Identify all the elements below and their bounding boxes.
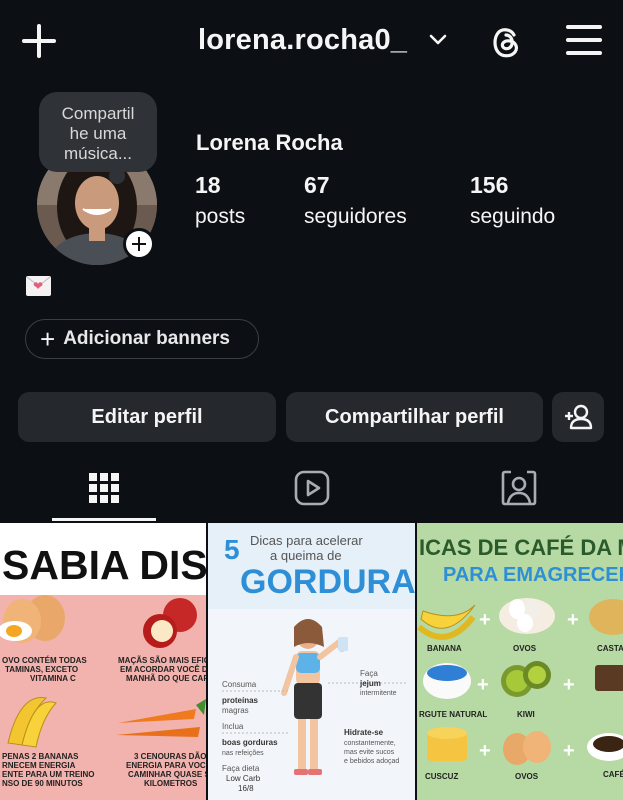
chevron-down-icon[interactable] bbox=[428, 32, 448, 48]
tab-reels[interactable] bbox=[260, 455, 364, 521]
post3-subtitle: PARA EMAGRECER bbox=[443, 564, 623, 586]
post3-label: KIWI bbox=[517, 710, 535, 719]
note-text-line: he uma bbox=[69, 124, 127, 143]
following-count: 156 bbox=[470, 172, 509, 198]
post2-tip: boas gorduras bbox=[222, 738, 278, 747]
threads-icon[interactable] bbox=[486, 22, 526, 62]
profile-tabs bbox=[0, 455, 623, 521]
envelope-heart-icon: ❤ bbox=[26, 276, 51, 296]
discover-people-button[interactable] bbox=[552, 392, 604, 442]
post2-line1: Dicas para acelerar bbox=[250, 533, 363, 548]
reels-icon bbox=[294, 470, 330, 506]
add-person-icon bbox=[565, 404, 593, 430]
post1-text: VITAMINA C bbox=[30, 674, 76, 683]
followers-count: 67 bbox=[304, 172, 330, 198]
plus-sign: + bbox=[563, 740, 575, 762]
plus-sign: + bbox=[563, 674, 575, 696]
grid-post[interactable]: 5 Dicas para acelerar a queima de GORDUR… bbox=[208, 523, 415, 800]
post2-tip: magras bbox=[222, 706, 249, 715]
active-tab-indicator bbox=[52, 518, 156, 521]
post1-text: TAMINAS, EXCETO bbox=[5, 665, 78, 674]
post3-label: CUSCUZ bbox=[425, 772, 458, 781]
profile-name: Lorena Rocha bbox=[196, 130, 343, 155]
tab-tagged[interactable] bbox=[467, 455, 571, 521]
post2-big: GORDURA bbox=[240, 563, 415, 601]
plus-sign: + bbox=[479, 609, 491, 631]
add-story-plus-icon[interactable] bbox=[123, 228, 155, 260]
post3-title: ICAS DE CAFÉ DA MANHÃ bbox=[419, 535, 623, 560]
post3-label: CAFÉ bbox=[603, 770, 623, 779]
post2-tip: e bebidos adoçad bbox=[344, 758, 399, 765]
add-banners-label: Adicionar banners bbox=[63, 328, 231, 349]
post1-text: CAMINHAR QUASE S bbox=[128, 770, 206, 779]
post2-line2: a queima de bbox=[270, 548, 342, 563]
add-banners-button[interactable]: + Adicionar banners bbox=[25, 319, 259, 359]
post2-tip: intermitente bbox=[360, 690, 397, 697]
post1-text: MAÇÃS SÃO MAIS EFICA bbox=[118, 656, 206, 665]
posts-grid: SABIA DISSO? OVO CONTÉM TODAS TAMINAS, E… bbox=[0, 523, 623, 800]
edit-profile-button[interactable]: Editar perfil bbox=[18, 392, 276, 442]
grid-post[interactable]: SABIA DISSO? OVO CONTÉM TODAS TAMINAS, E… bbox=[0, 523, 206, 800]
posts-stat[interactable]: 18 posts bbox=[195, 172, 245, 229]
posts-count: 18 bbox=[195, 172, 221, 198]
post2-tip: proteínas bbox=[222, 696, 259, 705]
note-text-line: Compartil bbox=[61, 104, 135, 123]
menu-icon[interactable] bbox=[566, 23, 602, 57]
post1-title: SABIA DISSO? bbox=[2, 542, 206, 588]
post3-label: OVOS bbox=[513, 644, 537, 653]
post2-tip: Hidrate-se bbox=[344, 728, 384, 737]
post1-text: KILOMETROS bbox=[144, 779, 198, 788]
post2-tip: Consuma bbox=[222, 680, 257, 689]
grid-post[interactable]: ICAS DE CAFÉ DA MANHÃ PARA EMAGRECER + +… bbox=[417, 523, 623, 800]
post1-text: ENTE PARA UM TREINO bbox=[2, 770, 94, 779]
post2-tip: Low Carb bbox=[226, 774, 261, 783]
tab-grid[interactable] bbox=[52, 455, 156, 521]
post2-tip: Inclua bbox=[222, 722, 244, 731]
post1-text: RNECEM ENERGIA bbox=[2, 761, 76, 770]
plus-sign: + bbox=[479, 740, 491, 762]
post2-tip: Faça bbox=[360, 669, 378, 678]
post3-label: BANANA bbox=[427, 644, 462, 653]
create-plus-icon[interactable] bbox=[20, 22, 58, 60]
post2-tip: Faça dieta bbox=[222, 764, 260, 773]
grid-icon bbox=[89, 473, 119, 503]
post1-text: OVO CONTÉM TODAS bbox=[2, 656, 87, 665]
note-text-line: música... bbox=[63, 144, 133, 163]
post2-tip: 16/8 bbox=[238, 784, 254, 793]
plus-sign: + bbox=[477, 674, 489, 696]
following-stat[interactable]: 156 seguindo bbox=[470, 172, 555, 229]
note-bubble[interactable]: Compartil he uma música... bbox=[39, 92, 157, 184]
post2-tip: mas evite sucos bbox=[344, 749, 395, 756]
plus-icon: + bbox=[40, 324, 56, 354]
post2-number: 5 bbox=[224, 534, 240, 565]
account-username[interactable]: lorena.rocha0_ bbox=[198, 24, 407, 57]
followers-label: seguidores bbox=[304, 205, 407, 228]
post3-label: OVOS bbox=[515, 772, 539, 781]
plus-sign: + bbox=[567, 609, 579, 631]
post2-tip: nas refeições bbox=[222, 750, 264, 757]
post1-text: NSO DE 90 MINUTOS bbox=[2, 779, 83, 788]
post1-text: MANHÃ DO QUE CAF bbox=[126, 674, 206, 683]
tagged-person-icon bbox=[501, 470, 537, 506]
top-bar: lorena.rocha0_ bbox=[0, 0, 623, 84]
posts-label: posts bbox=[195, 205, 246, 228]
share-profile-button[interactable]: Compartilhar perfil bbox=[286, 392, 543, 442]
post1-text: PENAS 2 BANANAS bbox=[2, 752, 79, 761]
post2-tip: jejum bbox=[359, 679, 381, 688]
post3-label: CASTA bbox=[597, 644, 623, 653]
post1-text: EM ACORDAR VOCÊ D bbox=[120, 665, 206, 674]
post1-text: ENERGIA PARA VOC bbox=[126, 761, 206, 770]
post1-text: 3 CENOURAS DÃO bbox=[134, 752, 206, 761]
followers-stat[interactable]: 67 seguidores bbox=[304, 172, 407, 229]
following-label: seguindo bbox=[470, 205, 556, 228]
post2-tip: constantemente, bbox=[344, 740, 396, 747]
post3-label: RGUTE NATURAL bbox=[419, 710, 487, 719]
